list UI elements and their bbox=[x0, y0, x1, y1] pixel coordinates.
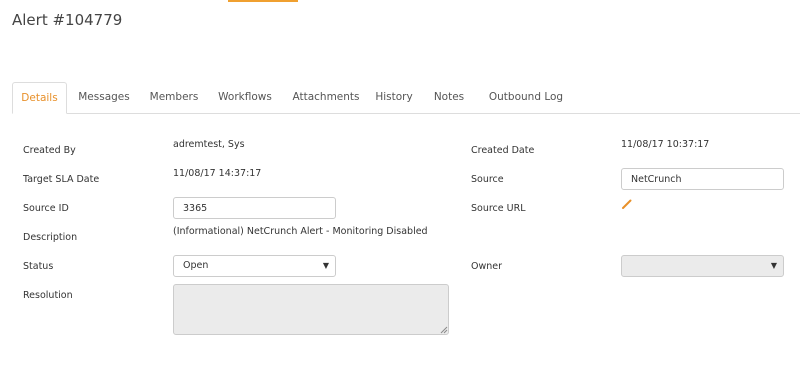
top-accent-bar bbox=[228, 0, 298, 2]
source-id-label: Source ID bbox=[23, 203, 69, 214]
created-by-label: Created By bbox=[23, 145, 76, 156]
chevron-down-icon: ▼ bbox=[770, 261, 777, 270]
target-sla-date-value: 11/08/17 14:37:17 bbox=[173, 168, 262, 179]
tab-workflows[interactable]: Workflows bbox=[211, 82, 279, 113]
resolution-textarea[interactable] bbox=[173, 284, 449, 335]
target-sla-date-label: Target SLA Date bbox=[23, 174, 100, 185]
tab-outbound-log[interactable]: Outbound Log bbox=[481, 82, 571, 113]
description-value: (Informational) NetCrunch Alert - Monito… bbox=[173, 226, 428, 237]
tab-history[interactable]: History bbox=[370, 82, 418, 113]
owner-label: Owner bbox=[471, 261, 503, 272]
pencil-icon[interactable] bbox=[621, 198, 633, 210]
source-url-label: Source URL bbox=[471, 203, 526, 214]
source-label: Source bbox=[471, 174, 504, 185]
tab-notes[interactable]: Notes bbox=[429, 82, 469, 113]
created-date-value: 11/08/17 10:37:17 bbox=[621, 139, 710, 150]
tab-members[interactable]: Members bbox=[142, 82, 206, 113]
owner-select[interactable]: ▼ bbox=[621, 255, 784, 277]
created-date-label: Created Date bbox=[471, 145, 535, 156]
tab-attachments[interactable]: Attachments bbox=[286, 82, 366, 113]
tab-bar: Details Messages Members Workflows Attac… bbox=[12, 82, 800, 114]
resolution-label: Resolution bbox=[23, 290, 73, 301]
tab-messages[interactable]: Messages bbox=[70, 82, 138, 113]
status-select-value: Open bbox=[183, 260, 209, 271]
resize-grip-icon[interactable] bbox=[440, 326, 448, 334]
created-by-value: adremtest, Sys bbox=[173, 139, 245, 150]
source-id-input[interactable] bbox=[173, 197, 336, 219]
source-input[interactable] bbox=[621, 168, 784, 190]
status-label: Status bbox=[23, 261, 54, 272]
description-label: Description bbox=[23, 232, 78, 243]
page-title: Alert #104779 bbox=[12, 11, 123, 29]
status-select[interactable]: Open ▼ bbox=[173, 255, 336, 277]
tab-details[interactable]: Details bbox=[12, 82, 67, 114]
chevron-down-icon: ▼ bbox=[322, 261, 329, 270]
